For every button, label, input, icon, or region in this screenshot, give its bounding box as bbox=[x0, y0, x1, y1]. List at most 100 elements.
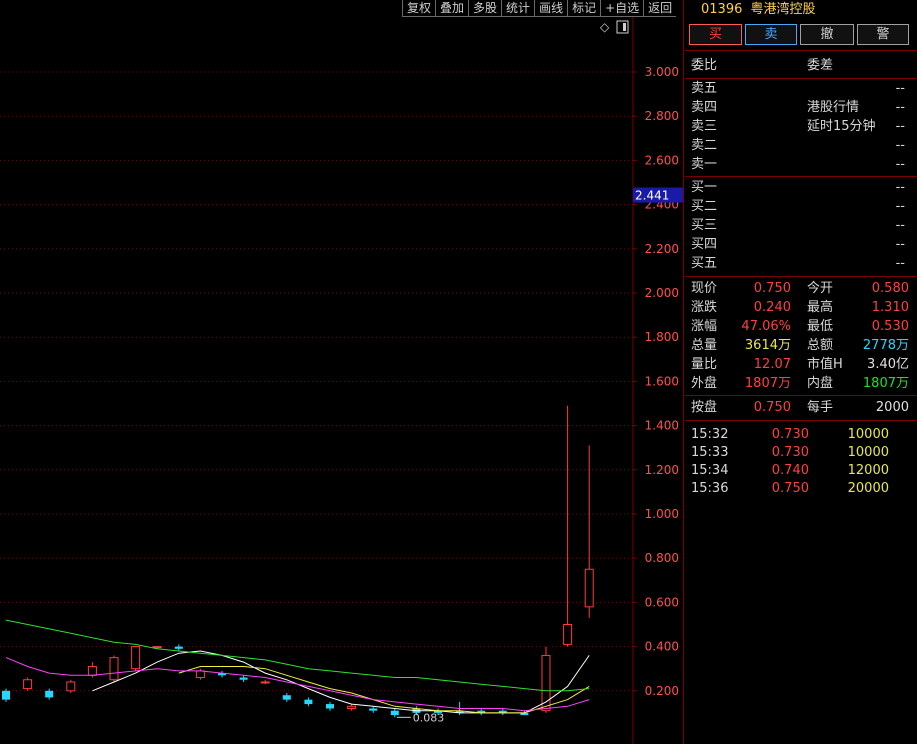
price-tick-label: 1.000 bbox=[645, 507, 679, 521]
window-toggle-icon-bar bbox=[623, 23, 626, 31]
candle-body bbox=[45, 690, 54, 698]
price-value: 0.750 bbox=[753, 281, 791, 296]
volume-label: 总量 bbox=[691, 338, 718, 353]
price-tick-label: 2.800 bbox=[645, 109, 679, 123]
outer-volume-value: 1807万 bbox=[744, 376, 791, 391]
price-label: 现价 bbox=[691, 281, 718, 296]
candle-body bbox=[369, 708, 378, 711]
lot-size-label: 每手 bbox=[807, 400, 834, 415]
candle-body bbox=[239, 677, 248, 680]
stock-code: 01396 bbox=[701, 2, 743, 17]
restore-right-button[interactable]: 复权 bbox=[402, 0, 436, 17]
hk-quote-note: 港股行情 bbox=[807, 100, 860, 115]
sell5-label: 卖五 bbox=[691, 81, 718, 96]
candle-body bbox=[347, 705, 357, 709]
tick-volume: 10000 bbox=[847, 445, 889, 460]
lot-size-value: 2000 bbox=[875, 400, 909, 415]
tick-time: 15:32 bbox=[691, 427, 729, 442]
tick-price: 0.740 bbox=[771, 463, 809, 478]
divider bbox=[685, 395, 917, 396]
window-toggle-icon bbox=[616, 20, 629, 34]
draw-line-button[interactable]: 画线 bbox=[534, 0, 568, 17]
tick-row: 15:36 0.750 20000 bbox=[691, 480, 909, 498]
kline-chart[interactable]: 3.000 2.800 2.600 2.400 2.200 2.000 1.800 1.600… bbox=[0, 0, 684, 744]
tick-volume: 20000 bbox=[847, 481, 889, 496]
amount-label: 总额 bbox=[807, 338, 834, 353]
sell2-label: 卖二 bbox=[691, 138, 718, 153]
stock-name: 粤港湾控股 bbox=[750, 2, 816, 17]
kline-svg[interactable]: 3.0002.8002.6002.4002.2002.0001.8001.600… bbox=[0, 0, 684, 744]
price-tick-label: 0.800 bbox=[645, 551, 679, 565]
buy5-value: -- bbox=[895, 256, 905, 271]
sell2-value: -- bbox=[895, 138, 905, 153]
price-tick-label: 1.600 bbox=[645, 374, 679, 388]
cancel-order-button[interactable]: 撤 bbox=[800, 24, 854, 45]
price-alert-button[interactable]: 警 bbox=[857, 24, 909, 45]
sell-level-row: 卖二 -- bbox=[691, 136, 909, 155]
market-cap-value: 3.40亿 bbox=[867, 357, 909, 372]
overlay-button[interactable]: 叠加 bbox=[435, 0, 469, 17]
volume-value: 3614万 bbox=[744, 338, 791, 353]
divider bbox=[685, 420, 917, 421]
candle-body bbox=[195, 670, 205, 679]
market-cap-label: 市值H bbox=[807, 357, 843, 372]
sell5-value: -- bbox=[895, 81, 905, 96]
low-label: 最低 bbox=[807, 319, 834, 334]
buy1-label: 买一 bbox=[691, 180, 718, 195]
buy-button[interactable]: 买 bbox=[689, 24, 742, 45]
candle-body bbox=[282, 695, 291, 700]
buy1-value: -- bbox=[895, 180, 905, 195]
tick-volume: 12000 bbox=[847, 463, 889, 478]
sell3-value: -- bbox=[895, 119, 905, 134]
sell4-label: 卖四 bbox=[691, 100, 718, 115]
statistics-button[interactable]: 统计 bbox=[501, 0, 535, 17]
weibi-label: 委比 bbox=[691, 58, 718, 73]
buy-level-row: 买四 -- bbox=[691, 235, 909, 254]
quote-panel: 01396 粤港湾控股 买 卖 撤 警 委比 委差 卖五 -- 卖四 港股行情 … bbox=[685, 0, 917, 744]
sell-level-row: 卖四 港股行情 -- bbox=[691, 98, 909, 117]
stock-header: 01396 粤港湾控股 bbox=[701, 0, 816, 20]
change-pct-value: 47.06% bbox=[741, 319, 791, 334]
weibi-row: 委比 委差 bbox=[691, 56, 909, 75]
sell-level-row: 卖五 -- bbox=[691, 79, 909, 98]
candle-body bbox=[304, 699, 313, 705]
tick-price: 0.730 bbox=[771, 427, 809, 442]
tick-row: 15:33 0.730 10000 bbox=[691, 444, 909, 462]
sell-button[interactable]: 卖 bbox=[745, 24, 797, 45]
volume-ratio-value: 12.07 bbox=[753, 357, 791, 372]
candle-body bbox=[563, 624, 573, 645]
candle-body bbox=[174, 646, 183, 649]
quote-row: 量比 12.07 市值H 3.40亿 bbox=[691, 355, 909, 374]
mark-button[interactable]: 标记 bbox=[567, 0, 601, 17]
tick-volume: 10000 bbox=[847, 427, 889, 442]
add-favorite-button[interactable]: +自选 bbox=[600, 0, 644, 17]
change-pct-label: 涨幅 bbox=[691, 319, 718, 334]
outer-volume-label: 外盘 bbox=[691, 376, 718, 391]
tick-time: 15:36 bbox=[691, 481, 729, 496]
price-tick-label: 1.400 bbox=[645, 419, 679, 433]
inner-volume-label: 内盘 bbox=[807, 376, 834, 391]
candle-body bbox=[2, 690, 10, 700]
candle-body bbox=[390, 710, 399, 716]
sell3-label: 卖三 bbox=[691, 119, 718, 134]
buy-level-row: 买一 -- bbox=[691, 178, 909, 197]
tick-price: 0.750 bbox=[771, 481, 809, 496]
quote-row: 总量 3614万 总额 2778万 bbox=[691, 336, 909, 355]
candle-body bbox=[152, 646, 162, 649]
price-tick-label: 3.000 bbox=[645, 65, 679, 79]
sell1-label: 卖一 bbox=[691, 157, 718, 172]
buy5-label: 买五 bbox=[691, 256, 718, 271]
delay-note: 延时15分钟 bbox=[807, 119, 876, 134]
multi-stock-button[interactable]: 多股 bbox=[468, 0, 502, 17]
moving-average-line bbox=[5, 619, 590, 692]
moving-average-line bbox=[92, 650, 590, 714]
sell4-value: -- bbox=[895, 100, 905, 115]
high-label: 最高 bbox=[807, 300, 834, 315]
nominal-price-label: 按盘 bbox=[691, 400, 718, 415]
low-marker-label: 0.083 bbox=[413, 711, 445, 724]
tick-row: 15:34 0.740 12000 bbox=[691, 462, 909, 480]
amount-value: 2778万 bbox=[862, 338, 909, 353]
buy4-value: -- bbox=[895, 237, 905, 252]
back-button[interactable]: 返回 bbox=[643, 0, 677, 17]
divider bbox=[685, 276, 917, 277]
